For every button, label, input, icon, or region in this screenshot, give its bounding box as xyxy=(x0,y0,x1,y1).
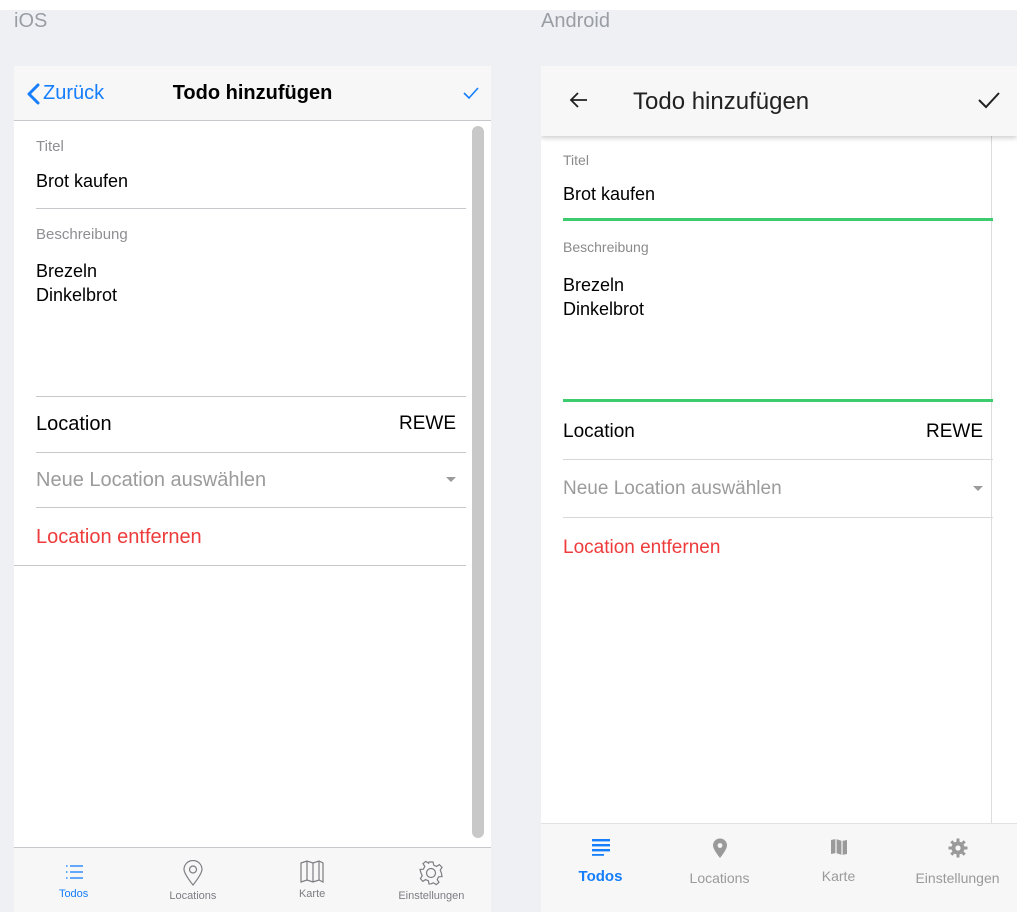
pin-icon xyxy=(183,860,203,886)
pin-icon xyxy=(712,838,727,858)
android-save-button[interactable] xyxy=(977,90,1001,115)
dropdown-arrow-icon xyxy=(446,477,456,482)
ios-divider xyxy=(36,396,466,397)
android-description-label: Beschreibung xyxy=(563,239,649,255)
ios-scrollbar[interactable] xyxy=(472,126,484,838)
android-title-field[interactable]: Titel Brot kaufen xyxy=(563,152,993,205)
android-remove-location-button[interactable]: Location entfernen xyxy=(563,536,983,560)
gear-icon xyxy=(419,860,444,886)
ios-divider xyxy=(36,507,466,508)
ios-description-input[interactable]: Brezeln Dinkelbrot xyxy=(36,259,466,307)
ios-divider xyxy=(36,452,466,453)
android-description-field[interactable]: Beschreibung Brezeln Dinkelbrot xyxy=(563,239,993,321)
ios-tab-todos[interactable]: Todos xyxy=(14,848,133,912)
android-tab-locations[interactable]: Locations xyxy=(660,824,779,912)
ios-tab-karte[interactable]: Karte xyxy=(253,848,372,912)
ios-description-label: Beschreibung xyxy=(36,226,128,243)
gear-icon xyxy=(948,838,967,858)
map-icon xyxy=(300,860,324,883)
ios-location-value: REWE xyxy=(399,413,456,434)
android-tab-label: Locations xyxy=(689,870,750,886)
android-remove-location-label: Location entfernen xyxy=(563,537,721,558)
ios-divider xyxy=(36,208,466,209)
android-description-input[interactable]: Brezeln Dinkelbrot xyxy=(563,273,993,321)
ios-tab-label: Einstellungen xyxy=(398,890,465,902)
ios-divider xyxy=(14,565,466,566)
android-back-button[interactable] xyxy=(569,90,589,115)
android-location-select[interactable]: Neue Location auswählen xyxy=(563,477,983,501)
android-tab-label: Todos xyxy=(578,868,623,885)
ios-title-label: Titel xyxy=(36,138,64,155)
android-tab-todos[interactable]: Todos xyxy=(541,824,660,912)
ios-location-select[interactable]: Neue Location auswählen xyxy=(36,468,456,492)
android-location-row: Location REWE xyxy=(563,420,983,444)
android-location-value: REWE xyxy=(926,421,983,442)
android-location-select-placeholder: Neue Location auswählen xyxy=(563,478,782,499)
android-tab-label: Einstellungen xyxy=(915,870,1000,886)
android-description-line: Dinkelbrot xyxy=(563,299,645,319)
checkmark-icon xyxy=(463,87,479,100)
map-icon xyxy=(830,839,847,855)
android-location-label: Location xyxy=(563,421,635,442)
ios-tab-bar: Todos Locations Karte Einstellungen xyxy=(14,847,491,912)
ios-title-field[interactable]: Titel Brot kaufen xyxy=(36,138,466,192)
ios-location-select-placeholder: Neue Location auswählen xyxy=(36,468,267,491)
android-description-underline xyxy=(563,399,993,402)
ios-description-line: Dinkelbrot xyxy=(36,285,118,305)
android-divider xyxy=(563,517,993,518)
ios-remove-location-label: Location entfernen xyxy=(36,525,202,548)
android-tab-label: Karte xyxy=(821,868,856,884)
ios-tab-label: Locations xyxy=(169,890,217,902)
ios-navigation-bar: Zurück Todo hinzufügen xyxy=(14,66,491,121)
arrow-left-icon xyxy=(569,92,587,108)
ios-tab-locations[interactable]: Locations xyxy=(133,848,252,912)
ios-tab-label: Karte xyxy=(298,888,326,900)
android-divider xyxy=(563,459,993,460)
android-tab-bar: Todos Locations Karte Einstellungen xyxy=(541,823,1017,912)
android-description-line: Brezeln xyxy=(563,275,625,295)
android-platform-label: Android xyxy=(541,10,610,32)
android-title-label: Titel xyxy=(563,152,589,168)
android-title-input[interactable]: Brot kaufen xyxy=(563,184,993,205)
ios-description-field[interactable]: Beschreibung Brezeln Dinkelbrot xyxy=(36,226,466,307)
ios-save-button[interactable] xyxy=(463,86,479,105)
ios-tab-label: Todos xyxy=(58,888,89,900)
list-icon xyxy=(65,865,83,879)
android-tab-einstellungen[interactable]: Einstellungen xyxy=(898,824,1017,912)
list-icon xyxy=(591,839,610,856)
ios-description-line: Brezeln xyxy=(36,261,98,281)
ios-tab-einstellungen[interactable]: Einstellungen xyxy=(372,848,491,912)
ios-page-title: Todo hinzufügen xyxy=(172,82,333,104)
ios-location-label: Location xyxy=(36,412,112,435)
android-app-bar: Todo hinzufügen xyxy=(541,66,1017,136)
android-screen: Todo hinzufügen Titel Brot kaufen Beschr… xyxy=(541,66,1017,912)
ios-platform-label: iOS xyxy=(14,10,48,32)
ios-title-input[interactable]: Brot kaufen xyxy=(36,171,466,192)
ios-remove-location-button[interactable]: Location entfernen xyxy=(36,525,456,549)
android-page-title: Todo hinzufügen xyxy=(633,88,810,115)
page-top-strip xyxy=(0,0,1017,10)
android-tab-karte[interactable]: Karte xyxy=(779,824,898,912)
ios-screen: Zurück Todo hinzufügen Titel Brot kaufen… xyxy=(14,66,491,912)
android-title-underline xyxy=(563,218,993,221)
checkmark-icon xyxy=(978,92,1000,109)
ios-location-row: Location REWE xyxy=(36,412,456,436)
dropdown-arrow-icon xyxy=(973,486,983,491)
